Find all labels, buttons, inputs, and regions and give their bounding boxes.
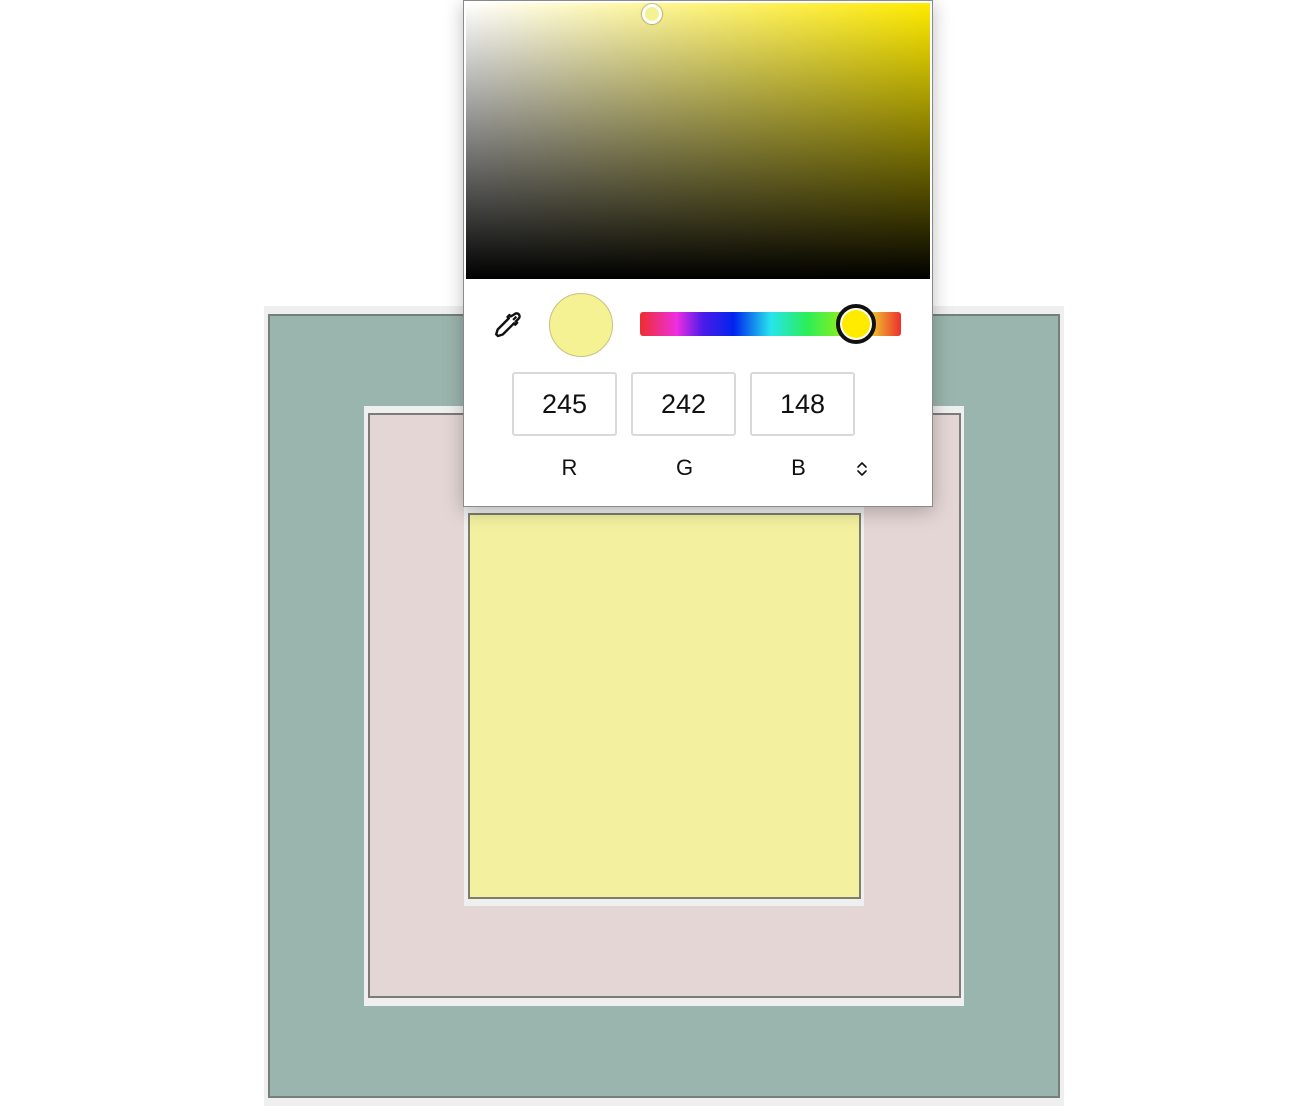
red-channel-input[interactable]: [512, 372, 617, 436]
eyedropper-button[interactable]: [490, 309, 524, 343]
blue-channel-label: B: [791, 455, 806, 480]
red-channel-label: R: [561, 455, 578, 480]
saturation-value-cursor[interactable]: [641, 4, 662, 25]
color-picker-popup: R G B: [463, 0, 933, 507]
inner-color-swatch[interactable]: [468, 513, 861, 899]
hue-slider-thumb[interactable]: [836, 304, 877, 344]
green-channel-label: G: [675, 455, 694, 480]
blue-channel-input[interactable]: [750, 372, 855, 436]
green-channel-input[interactable]: [631, 372, 736, 436]
chevron-up-down-icon: [857, 462, 867, 476]
hue-slider[interactable]: [640, 304, 901, 344]
saturation-value-area[interactable]: [466, 3, 930, 279]
selected-color-preview: [549, 293, 613, 357]
color-mode-toggle-button[interactable]: [850, 457, 874, 481]
eyedropper-icon: [495, 312, 521, 338]
